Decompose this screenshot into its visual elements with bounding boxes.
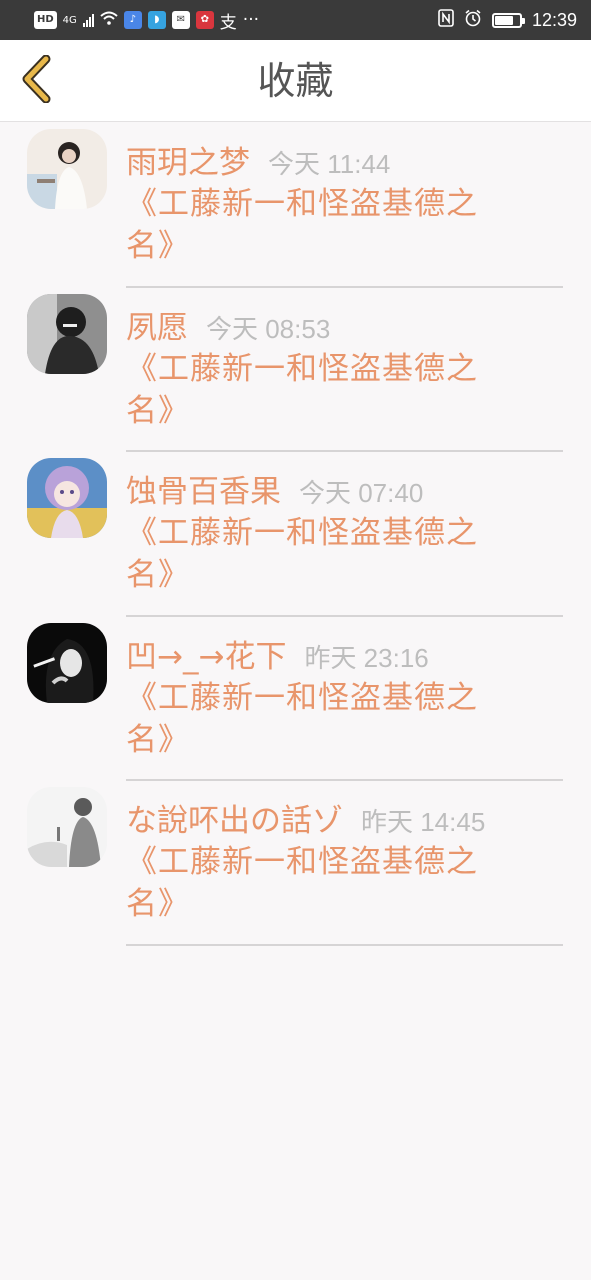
item-username[interactable]: 雨玥之梦: [126, 137, 250, 182]
page-title: 收藏: [257, 59, 334, 103]
red-app-icon: ✿: [195, 11, 214, 29]
status-bar: HD 4G ♪ ◗ ✉ ✿ 支 ··· 12:39: [0, 0, 591, 40]
status-left: HD 4G ♪ ◗ ✉ ✿ 支 ···: [34, 8, 259, 33]
alarm-icon: [464, 9, 482, 32]
item-timestamp: 今天 07:40: [299, 478, 424, 508]
avatar[interactable]: [27, 129, 107, 209]
navigation-header: 收藏: [0, 40, 591, 122]
wifi-icon: [100, 10, 118, 30]
network-type-label: 4G: [62, 14, 77, 26]
list-item[interactable]: 雨玥之梦 今天 11:44 《工藤新一和怪盗基德之名》: [0, 123, 591, 288]
avatar[interactable]: [27, 458, 107, 538]
item-timestamp: 昨天 23:16: [304, 642, 429, 673]
browser-app-icon: ◗: [147, 11, 166, 29]
item-username[interactable]: 凹→_→花下: [126, 631, 286, 676]
divider: [126, 943, 563, 946]
item-story-title[interactable]: 《工藤新一和怪盗基德之名》: [126, 183, 506, 267]
alipay-icon: 支: [219, 12, 237, 33]
signal-icon: [82, 13, 94, 27]
list-item[interactable]: 凹→_→花下 昨天 23:16 《工藤新一和怪盗基德之名》: [0, 617, 591, 781]
item-story-title[interactable]: 《工藤新一和怪盗基德之名》: [126, 841, 506, 925]
item-story-title[interactable]: 《工藤新一和怪盗基德之名》: [126, 348, 506, 432]
music-app-icon: ♪: [123, 11, 142, 29]
item-story-title[interactable]: 《工藤新一和怪盗基德之名》: [126, 512, 506, 596]
clock: 12:39: [531, 9, 577, 30]
avatar[interactable]: [27, 622, 107, 703]
item-username[interactable]: 夙愿: [126, 302, 188, 347]
status-right: 12:39: [438, 8, 577, 32]
list-item[interactable]: 夙愿 今天 08:53 《工藤新一和怪盗基德之名》: [0, 288, 591, 452]
more-notifications-icon: ···: [242, 10, 260, 30]
item-timestamp: 今天 08:53: [206, 313, 331, 344]
hd-icon: HD: [34, 11, 57, 29]
item-story-title[interactable]: 《工藤新一和怪盗基德之名》: [126, 677, 506, 761]
nfc-icon: [438, 8, 454, 32]
huawei-app-icon: ✉: [171, 11, 190, 29]
list-item[interactable]: 蚀骨百香果 今天 07:40 《工藤新一和怪盗基德之名》: [0, 452, 591, 617]
battery-icon: [491, 12, 525, 28]
avatar[interactable]: [27, 293, 107, 374]
list-item[interactable]: な說吥出の話ゾ 昨天 14:45 《工藤新一和怪盗基德之名》: [0, 781, 591, 946]
avatar[interactable]: [27, 787, 107, 867]
favorites-list: 雨玥之梦 今天 11:44 《工藤新一和怪盗基德之名》 夙愿 今天 08:53 …: [0, 123, 591, 946]
item-timestamp: 今天 11:44: [268, 149, 391, 179]
item-username[interactable]: な說吥出の話ゾ: [126, 795, 343, 840]
item-username[interactable]: 蚀骨百香果: [126, 466, 281, 511]
item-timestamp: 昨天 14:45: [361, 807, 486, 837]
